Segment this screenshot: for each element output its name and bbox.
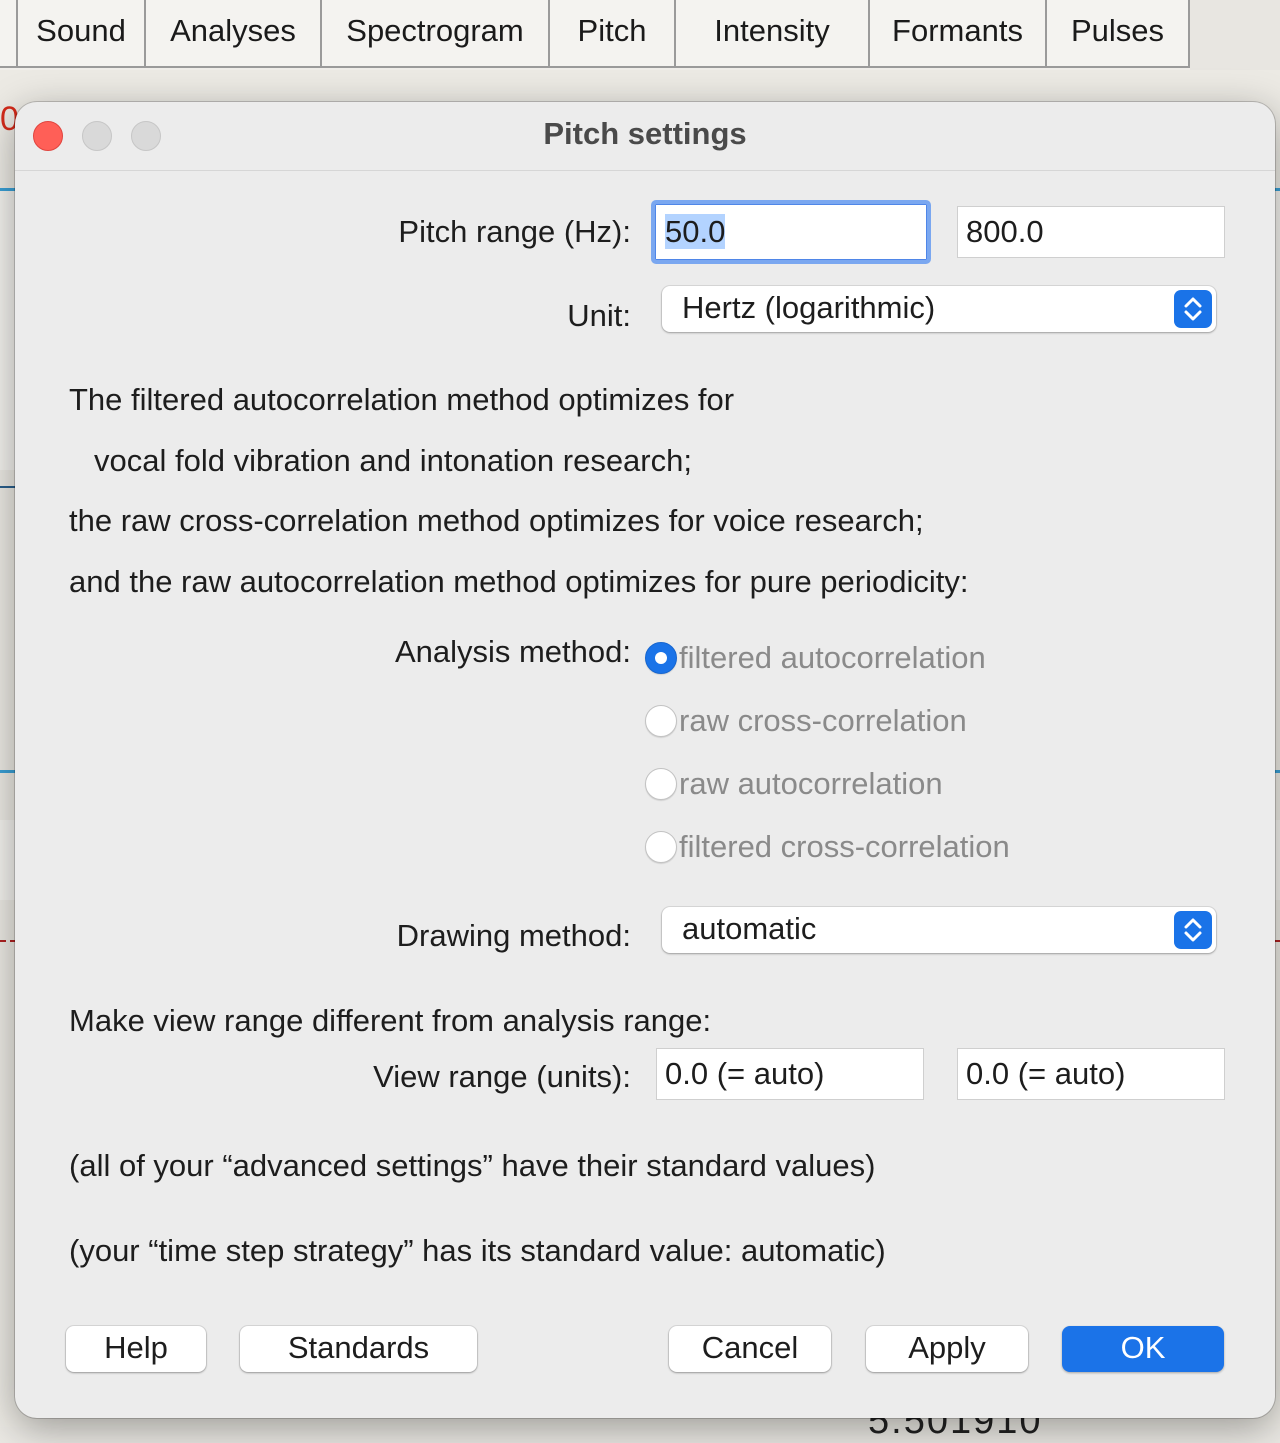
radio-button[interactable] (645, 831, 677, 863)
dialog-title: Pitch settings (543, 116, 747, 151)
pitch-range-min-field[interactable]: 50.0 (651, 200, 931, 264)
menu-pitch[interactable]: Pitch (550, 0, 676, 68)
bg-pitch-line (0, 940, 16, 942)
radio-button[interactable] (645, 768, 677, 800)
drawing-method-popup[interactable]: automatic (662, 907, 1216, 953)
radio-button[interactable] (645, 705, 677, 737)
cancel-button[interactable]: Cancel (669, 1326, 831, 1372)
menu-intensity[interactable]: Intensity (676, 0, 870, 68)
unit-popup[interactable]: Hertz (logarithmic) (662, 286, 1216, 332)
chevron-updown-icon (1174, 911, 1212, 949)
advanced-settings-note: (all of your “advanced settings” have th… (69, 1148, 876, 1183)
selected-text: 50.0 (665, 214, 726, 249)
menubar-edge (0, 0, 18, 68)
pitch-range-max-field[interactable]: 800.0 (957, 206, 1225, 258)
drawing-method-label: Drawing method: (396, 918, 631, 953)
view-range-heading: Make view range different from analysis … (69, 1003, 712, 1038)
dialog-titlebar: Pitch settings (15, 102, 1275, 171)
help-button[interactable]: Help (66, 1326, 206, 1372)
bg-waveform-border (0, 188, 16, 191)
description-line: vocal fold vibration and intonation rese… (94, 443, 692, 478)
standards-button[interactable]: Standards (240, 1326, 477, 1372)
bg-waveform-border (0, 770, 16, 773)
menu-formants[interactable]: Formants (870, 0, 1047, 68)
radio-label: raw cross-correlation (679, 703, 967, 738)
drawing-method-selected-value: automatic (682, 911, 817, 946)
menubar-filler (1190, 0, 1280, 70)
pitch-range-label: Pitch range (Hz): (398, 214, 631, 249)
radio-label: raw autocorrelation (679, 766, 943, 801)
menu-sound[interactable]: Sound (18, 0, 146, 68)
view-range-max-field[interactable]: 0.0 (= auto) (957, 1048, 1225, 1100)
apply-button[interactable]: Apply (866, 1326, 1028, 1372)
bg-waveform-border (1275, 770, 1280, 773)
analysis-method-label: Analysis method: (394, 634, 631, 669)
ok-button[interactable]: OK (1062, 1326, 1224, 1372)
description-line: the raw cross-correlation method optimiz… (69, 503, 924, 538)
menu-spectrogram[interactable]: Spectrogram (322, 0, 550, 68)
bg-waveform-border (1275, 188, 1280, 191)
time-step-note: (your “time step strategy” has its stand… (69, 1233, 886, 1268)
radio-label: filtered cross-correlation (679, 829, 1010, 864)
menu-pulses[interactable]: Pulses (1047, 0, 1190, 68)
radio-label: filtered autocorrelation (679, 640, 986, 675)
bg-waveform-trace (0, 486, 16, 488)
view-range-min-field[interactable]: 0.0 (= auto) (656, 1048, 924, 1100)
bg-pitch-line (1275, 940, 1280, 942)
pitch-settings-dialog: Pitch settings Pitch range (Hz): 50.0 80… (15, 102, 1275, 1418)
chevron-updown-icon (1174, 290, 1212, 328)
unit-selected-value: Hertz (logarithmic) (682, 290, 936, 325)
menu-analyses[interactable]: Analyses (146, 0, 322, 68)
description-line: The filtered autocorrelation method opti… (69, 382, 735, 417)
description-line: and the raw autocorrelation method optim… (69, 564, 969, 599)
editor-menubar: Sound Analyses Spectrogram Pitch Intensi… (0, 0, 1280, 70)
radio-button-selected[interactable] (645, 642, 677, 674)
unit-label: Unit: (567, 298, 631, 333)
view-range-label: View range (units): (373, 1059, 631, 1094)
